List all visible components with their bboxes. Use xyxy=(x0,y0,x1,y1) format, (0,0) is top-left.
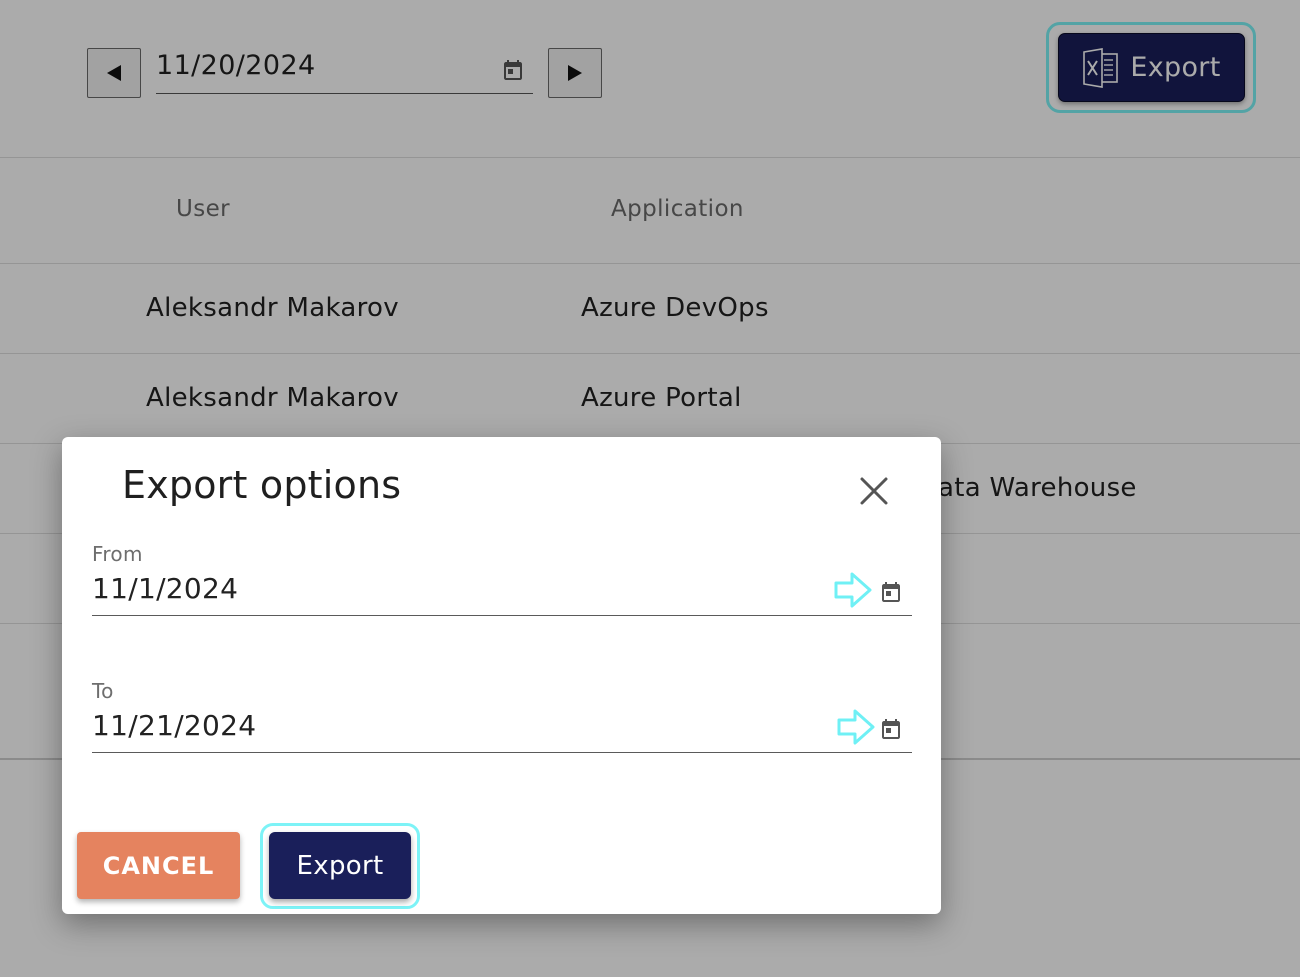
close-icon xyxy=(860,477,888,505)
dialog-title: Export options xyxy=(122,463,402,507)
from-date-field[interactable]: 11/1/2024 xyxy=(92,570,912,616)
arrow-right-outline-icon xyxy=(835,706,877,748)
to-date-value: 11/21/2024 xyxy=(92,709,257,742)
to-label: To xyxy=(92,679,114,703)
arrow-right-outline-icon xyxy=(832,569,874,611)
close-button[interactable] xyxy=(854,471,894,511)
calendar-icon[interactable] xyxy=(879,717,903,741)
export-options-dialog: Export options From 11/1/2024 To 11/21/2… xyxy=(62,437,941,914)
from-label: From xyxy=(92,542,143,566)
to-date-field[interactable]: 11/21/2024 xyxy=(92,707,912,753)
calendar-icon[interactable] xyxy=(879,580,903,604)
dialog-export-button[interactable]: Export xyxy=(269,832,411,899)
cancel-button[interactable]: CANCEL xyxy=(77,832,240,899)
from-date-value: 11/1/2024 xyxy=(92,572,239,605)
